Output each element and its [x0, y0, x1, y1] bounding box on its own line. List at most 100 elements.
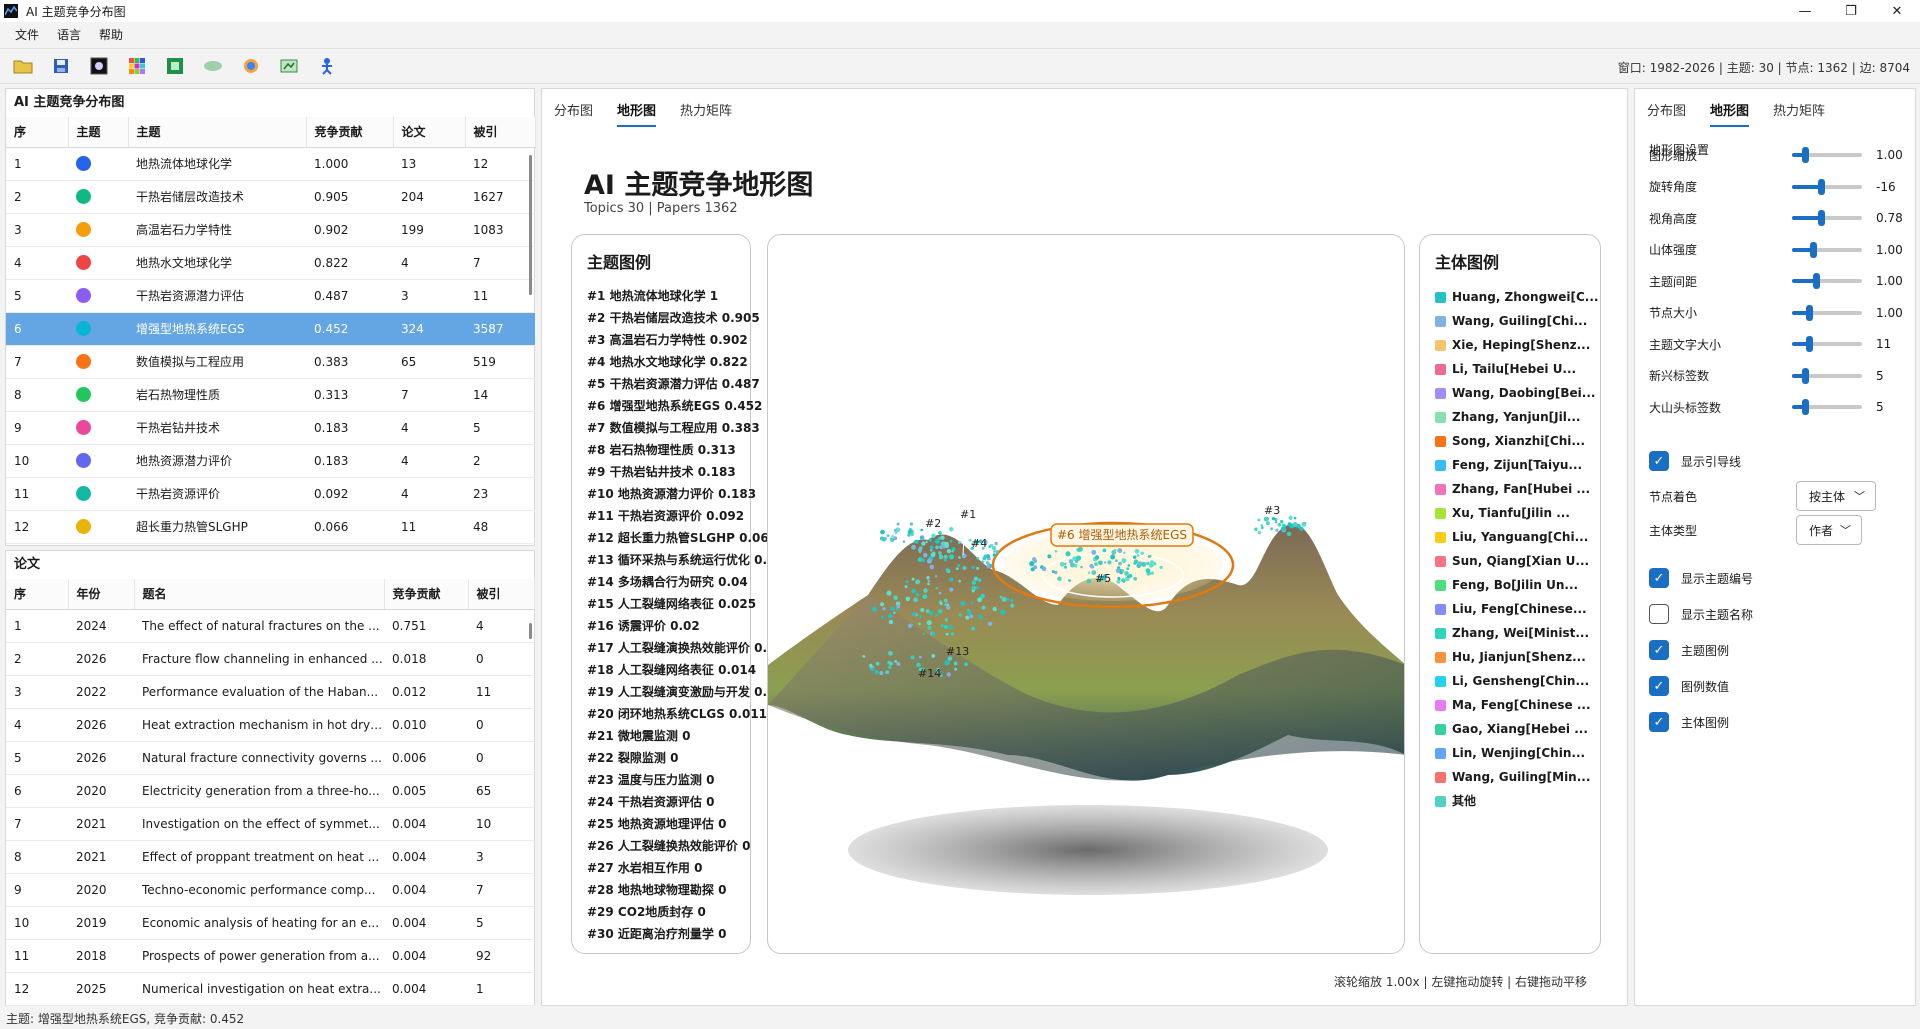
paper-node[interactable] [1137, 564, 1140, 568]
paper-node[interactable] [1271, 517, 1275, 521]
paper-node[interactable] [938, 551, 942, 555]
checkbox-row[interactable]: ✓ 主题图例 [1649, 639, 1909, 661]
paper-node[interactable] [926, 576, 930, 580]
paper-node[interactable] [935, 587, 938, 590]
setting-checkbox[interactable] [1649, 604, 1669, 624]
menu-help[interactable]: 帮助 [90, 22, 132, 48]
col-header-topic[interactable]: 主题 [128, 117, 307, 148]
paper-node[interactable] [957, 563, 961, 568]
paper-node[interactable] [1115, 568, 1121, 573]
setting-checkbox[interactable]: ✓ [1649, 676, 1669, 696]
paper-node[interactable] [946, 603, 950, 606]
paper-node[interactable] [971, 565, 975, 569]
setting-slider[interactable] [1792, 336, 1862, 352]
col-header-score[interactable]: 竞争贡献 [384, 579, 469, 610]
paper-node[interactable] [1121, 578, 1125, 583]
paper-node[interactable] [995, 549, 999, 554]
paper-row[interactable]: 1 2024 The effect of natural fractures on … [6, 609, 534, 643]
paper-node[interactable] [862, 655, 866, 658]
paper-node[interactable] [1076, 548, 1079, 551]
paper-node[interactable] [1257, 518, 1261, 522]
paper-node[interactable] [960, 601, 966, 606]
paper-node[interactable] [976, 566, 980, 570]
paper-node[interactable] [949, 527, 954, 532]
paper-node[interactable] [1274, 520, 1278, 524]
topic-scrollbar[interactable] [529, 155, 532, 295]
paper-node[interactable] [928, 611, 934, 616]
paper-node[interactable] [1110, 554, 1116, 560]
paper-node[interactable] [926, 558, 932, 564]
topic-row[interactable]: 8 岩石热物理性质 0.313 7 14 [6, 378, 535, 412]
paper-node[interactable] [1080, 565, 1083, 569]
setting-slider[interactable] [1792, 241, 1862, 258]
paper-node[interactable] [934, 575, 938, 578]
paper-node[interactable] [951, 549, 954, 553]
paper-node[interactable] [922, 596, 925, 599]
paper-node[interactable] [1098, 560, 1103, 566]
settings-tab-distribution[interactable]: 分布图 [1647, 92, 1686, 127]
col-header-color[interactable]: 主题 [68, 117, 129, 148]
paper-node[interactable] [888, 650, 893, 656]
paper-node[interactable] [1030, 567, 1035, 572]
paper-node[interactable] [953, 661, 958, 666]
paper-node[interactable] [977, 578, 982, 583]
col-header-cites[interactable]: 被引 [465, 117, 536, 148]
paper-node[interactable] [958, 613, 962, 617]
paper-node[interactable] [920, 536, 924, 539]
paper-node[interactable] [1159, 565, 1163, 569]
paper-node[interactable] [969, 614, 974, 619]
paper-node[interactable] [894, 660, 897, 663]
tab-terrain[interactable]: 地形图 [617, 92, 657, 127]
paper-node[interactable] [880, 536, 884, 541]
paper-node[interactable] [1126, 567, 1130, 571]
paper-node[interactable] [907, 530, 912, 534]
paper-node[interactable] [1127, 564, 1131, 567]
checkbox-row[interactable]: 显示主题名称 [1649, 603, 1909, 625]
paper-node[interactable] [949, 587, 954, 592]
paper-node[interactable] [1150, 571, 1154, 575]
paper-node[interactable] [1091, 549, 1097, 555]
paper-node[interactable] [893, 536, 898, 541]
col-header-score[interactable]: 竞争贡献 [306, 117, 394, 148]
paper-node[interactable] [1299, 526, 1304, 531]
paper-node[interactable] [1068, 559, 1074, 564]
paper-node[interactable] [1094, 562, 1098, 566]
paper-node[interactable] [934, 538, 940, 544]
paper-node[interactable] [927, 582, 930, 586]
terrain-canvas[interactable]: #6 增强型地热系统EGS #1 #2 #3 #4 #5 #13 #14 [768, 235, 1405, 954]
entity-type-select[interactable]: 作者 ﹀ [1796, 515, 1862, 545]
paper-node[interactable] [971, 586, 977, 591]
paper-row[interactable]: 5 2026 Natural fracture connectivity gover… [6, 741, 534, 775]
paper-node[interactable] [1032, 557, 1037, 562]
paper-node[interactable] [875, 661, 880, 666]
paper-node[interactable] [1094, 555, 1100, 560]
paper-node[interactable] [882, 607, 886, 611]
col-header-no[interactable]: 序 [6, 117, 69, 148]
paper-node[interactable] [1147, 555, 1151, 558]
paper-node[interactable] [948, 554, 955, 560]
paper-node[interactable] [1270, 527, 1273, 531]
paper-node[interactable] [1304, 522, 1307, 525]
paper-node[interactable] [1115, 559, 1118, 562]
paper-node[interactable] [993, 550, 996, 553]
slider-handle[interactable] [1810, 241, 1817, 258]
close-button[interactable]: ✕ [1874, 0, 1920, 22]
paper-node[interactable] [1010, 599, 1014, 603]
paper-node[interactable] [1275, 528, 1279, 532]
paper-node[interactable] [893, 595, 898, 601]
paper-node[interactable] [913, 597, 918, 603]
paper-node[interactable] [992, 553, 997, 557]
topic-row[interactable]: 5 干热岩资源潜力评估 0.487 3 11 [6, 279, 535, 313]
checkbox-row[interactable]: ✓ 主体图例 [1649, 711, 1909, 733]
paper-node[interactable] [1041, 566, 1047, 572]
setting-checkbox[interactable]: ✓ [1649, 568, 1669, 588]
paper-node[interactable] [923, 552, 928, 558]
export-button[interactable] [274, 53, 304, 79]
paper-node[interactable] [1127, 575, 1130, 578]
paper-node[interactable] [915, 592, 920, 597]
paper-scrollbar[interactable] [529, 623, 532, 639]
paper-node[interactable] [885, 670, 890, 675]
paper-node[interactable] [920, 528, 924, 532]
paper-node[interactable] [1133, 559, 1139, 564]
maximize-button[interactable]: ❐ [1828, 0, 1874, 22]
